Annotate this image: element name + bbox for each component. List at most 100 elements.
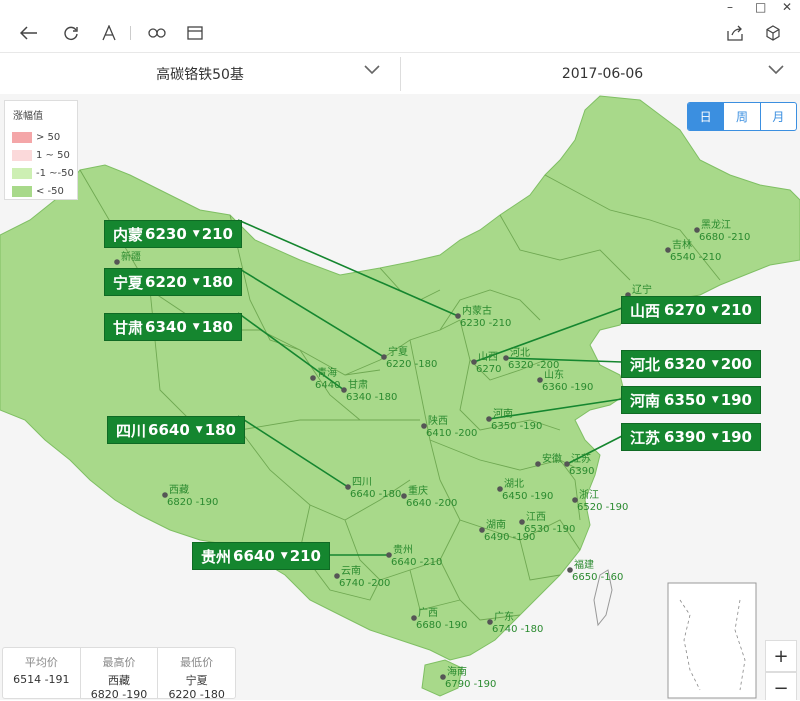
- maximize-button[interactable]: □: [755, 0, 766, 14]
- callout-price: 6220: [145, 273, 187, 291]
- callout-price: 6320: [664, 355, 706, 373]
- link-icon[interactable]: [146, 22, 168, 44]
- legend-item: -1 ~-50: [12, 167, 74, 179]
- china-landmass: [0, 95, 800, 661]
- stat-province: 西藏: [108, 674, 130, 687]
- legend-title: 涨幅值: [13, 111, 43, 122]
- callout-name: 宁夏: [113, 273, 144, 292]
- text-size-icon[interactable]: [98, 22, 120, 44]
- map-legend: 涨幅值 > 50 1 ~ 50 -1 ~-50 < -50: [4, 100, 78, 200]
- callout-change: 210: [289, 547, 321, 565]
- province-value: 6680 -190: [416, 620, 467, 631]
- zoom-out-button[interactable]: −: [765, 672, 797, 700]
- down-triangle-icon: ▼: [711, 432, 719, 442]
- callout-price: 6340: [145, 318, 187, 336]
- map-area[interactable]: 新疆 西藏 6820 -190 内蒙古 6230 -210 黑龙江 6680 -210 吉林 6…: [0, 94, 800, 700]
- province-value: 6450 -190: [502, 491, 553, 502]
- province-value: 6650 -160: [572, 572, 623, 583]
- province-name: 江苏: [571, 452, 591, 465]
- callout-change: 210: [201, 225, 233, 243]
- callout-neimeng[interactable]: 内蒙 6230 ▼ 210: [104, 220, 242, 248]
- province-value: 6740 -180: [492, 624, 543, 635]
- period-week-button[interactable]: 周: [723, 103, 759, 130]
- province-name: 河北: [510, 347, 530, 359]
- callout-jiangsu[interactable]: 江苏 6390 ▼ 190: [621, 423, 761, 451]
- callout-shanxi[interactable]: 山西 6270 ▼ 210: [621, 296, 761, 324]
- province-marker[interactable]: 海南6790 -190: [440, 665, 496, 690]
- province-value: 6440: [315, 380, 340, 391]
- province-value: 6820 -190: [167, 497, 218, 508]
- period-day-button[interactable]: 日: [688, 103, 724, 130]
- stat-highest: 最高价 西藏 6820 -190: [79, 648, 158, 701]
- layout-icon[interactable]: [184, 22, 206, 44]
- callout-guizhou[interactable]: 贵州 6640 ▼ 210: [192, 542, 330, 570]
- south-china-sea-inset: [667, 582, 757, 699]
- province-name: 陕西: [428, 414, 448, 427]
- province-value: 6540 -210: [670, 252, 721, 263]
- province-marker[interactable]: 福建6650 -160: [567, 558, 623, 583]
- top-toolbar: – □ ✕: [0, 0, 800, 52]
- province-name: 湖北: [504, 478, 524, 490]
- callout-price: 6230: [145, 225, 187, 243]
- province-name: 辽宁: [632, 283, 652, 296]
- product-select-value: 高碳铬铁50基: [156, 67, 244, 83]
- product-select[interactable]: 高碳铬铁50基: [0, 53, 400, 95]
- callout-price: 6270: [664, 301, 706, 319]
- province-name: 广东: [494, 610, 514, 623]
- province-value: 6790 -190: [445, 679, 496, 690]
- callout-name: 甘肃: [113, 318, 144, 337]
- legend-swatch: [12, 131, 32, 143]
- province-name: 青海: [317, 366, 337, 379]
- callout-price: 6640: [233, 547, 275, 565]
- province-name: 山西: [478, 351, 498, 363]
- zoom-in-button[interactable]: +: [765, 640, 797, 672]
- province-name: 江西: [526, 511, 546, 523]
- callout-price: 6390: [664, 428, 706, 446]
- callout-gansu[interactable]: 甘肃 6340 ▼ 180: [104, 313, 242, 341]
- province-dot: [114, 259, 120, 265]
- back-arrow-icon[interactable]: [18, 22, 40, 44]
- province-name: 黑龙江: [701, 218, 731, 231]
- province-name: 西藏: [169, 484, 189, 496]
- minimize-button[interactable]: –: [727, 0, 733, 14]
- down-triangle-icon: ▼: [195, 425, 203, 435]
- close-button[interactable]: ✕: [782, 0, 792, 14]
- legend-label: 1 ~ 50: [36, 149, 70, 161]
- province-dot: [535, 461, 541, 467]
- province-value: 6410 -200: [426, 428, 477, 439]
- selector-bar: 高碳铬铁50基 2017-06-06: [0, 52, 800, 96]
- callout-name: 四川: [116, 421, 147, 440]
- refresh-icon[interactable]: [60, 22, 82, 44]
- callout-hebei[interactable]: 河北 6320 ▼ 200: [621, 350, 761, 378]
- province-name: 四川: [352, 477, 372, 488]
- down-triangle-icon: ▼: [192, 322, 200, 332]
- date-select[interactable]: 2017-06-06: [401, 53, 800, 95]
- stat-value: 6514 -191: [13, 673, 70, 686]
- province-name: 内蒙古: [462, 304, 492, 317]
- callout-change: 210: [720, 301, 752, 319]
- province-name: 新疆: [121, 250, 141, 263]
- down-triangle-icon: ▼: [711, 395, 719, 405]
- callout-change: 180: [201, 273, 233, 291]
- province-name: 广西: [418, 607, 438, 619]
- period-month-button[interactable]: 月: [759, 103, 796, 130]
- province-name: 云南: [341, 564, 361, 577]
- legend-label: -1 ~-50: [36, 167, 74, 179]
- callout-name: 山西: [630, 301, 661, 320]
- callout-name: 河南: [630, 391, 661, 410]
- province-name: 甘肃: [348, 378, 368, 391]
- province-value: 6360 -190: [542, 382, 593, 393]
- callout-sichuan[interactable]: 四川 6640 ▼ 180: [107, 416, 245, 444]
- share-icon[interactable]: [724, 22, 746, 44]
- callout-henan[interactable]: 河南 6350 ▼ 190: [621, 386, 761, 414]
- province-name: 福建: [574, 558, 594, 571]
- province-name: 浙江: [579, 489, 599, 501]
- province-name: 海南: [447, 665, 467, 678]
- cube-icon[interactable]: [762, 22, 784, 44]
- province-name: 重庆: [408, 484, 428, 497]
- chevron-down-icon: [364, 65, 380, 75]
- date-select-value: 2017-06-06: [561, 66, 644, 82]
- callout-ningxia[interactable]: 宁夏 6220 ▼ 180: [104, 268, 242, 296]
- province-value: 6520 -190: [577, 502, 628, 513]
- province-value: 6640 -200: [406, 498, 457, 509]
